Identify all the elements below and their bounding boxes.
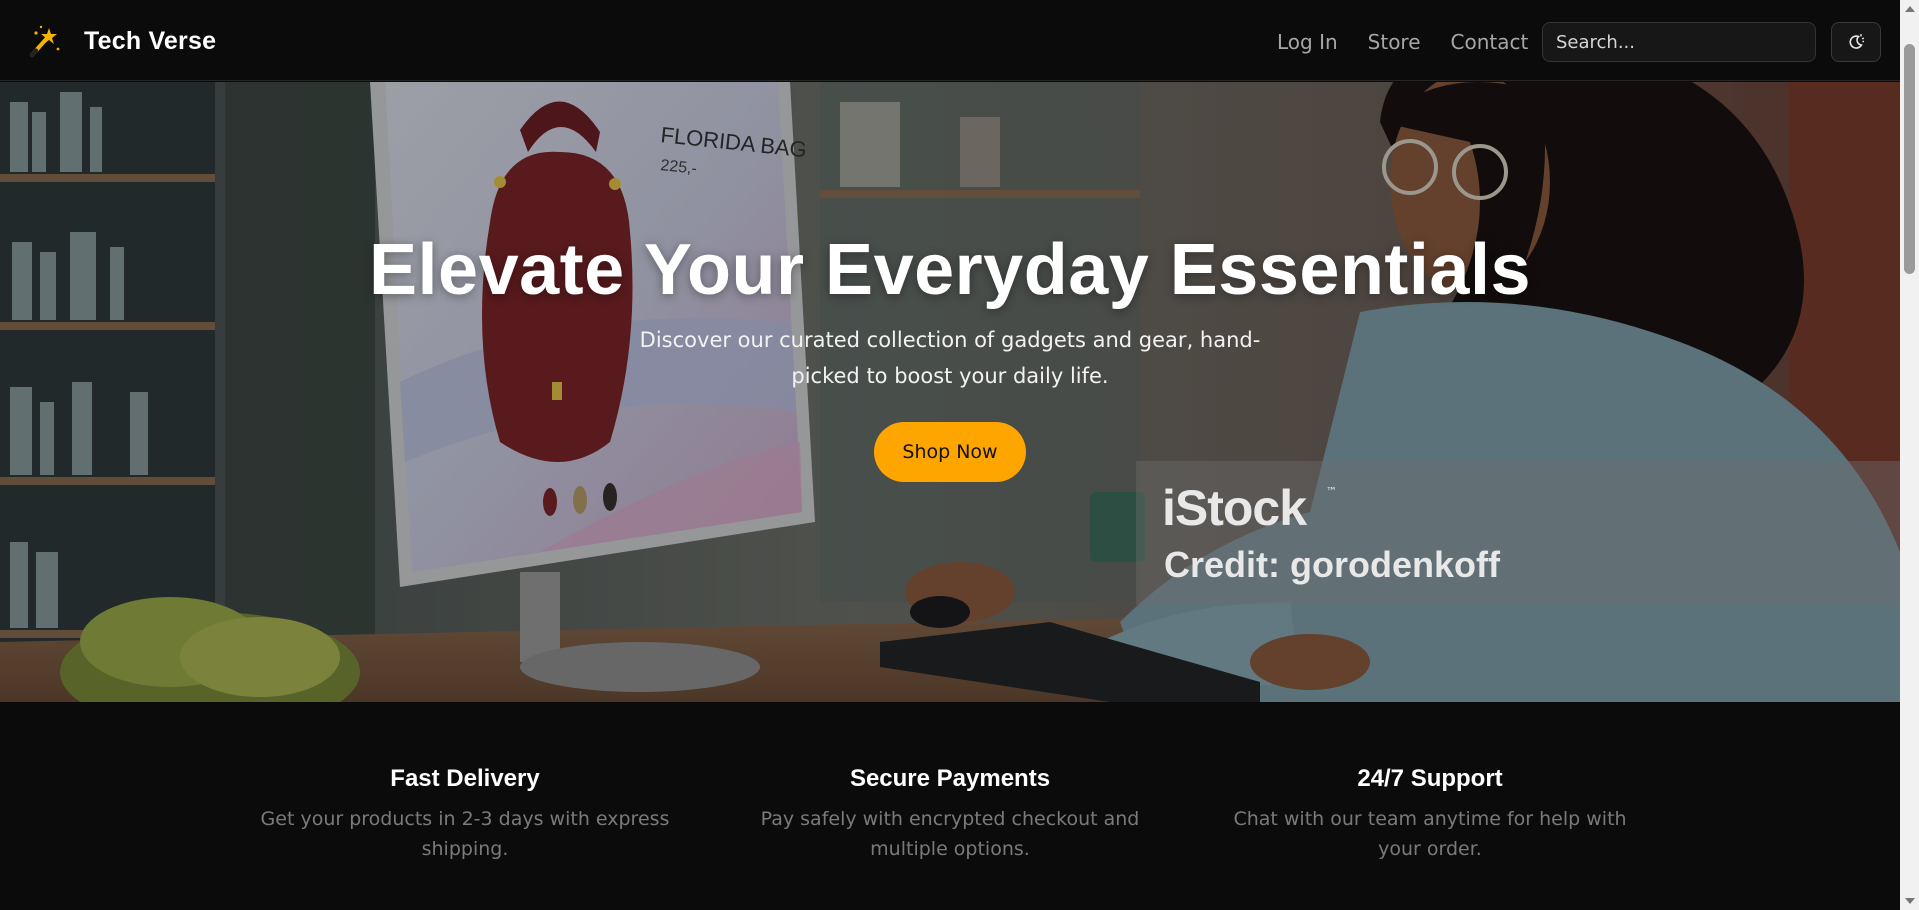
scrollbar-thumb[interactable]: [1904, 44, 1915, 274]
feature-support: 24/7 Support Chat with our team anytime …: [1210, 764, 1650, 864]
feature-fast-delivery: Fast Delivery Get your products in 2-3 d…: [245, 764, 685, 864]
feature-description: Get your products in 2-3 days with expre…: [260, 808, 670, 860]
hero-subtitle: Discover our curated collection of gadge…: [639, 328, 1261, 388]
feature-secure-payments: Secure Payments Pay safely with encrypte…: [730, 764, 1170, 864]
theme-toggle-button[interactable]: [1831, 22, 1881, 62]
page-scrollbar[interactable]: [1900, 0, 1919, 910]
hero-title: Elevate Your Everyday Essentials: [369, 230, 1531, 310]
page: Tech Verse Log In Store Contact Search..…: [0, 0, 1919, 910]
magic-wand-icon: [30, 25, 60, 57]
features-section: Fast Delivery Get your products in 2-3 d…: [0, 702, 1900, 910]
search-input[interactable]: [1556, 23, 1815, 61]
scroll-down-arrow-icon[interactable]: [1905, 898, 1915, 904]
nav-link-contact[interactable]: Contact: [1451, 28, 1529, 56]
nav-link-login[interactable]: Log In: [1277, 28, 1338, 56]
sun-moon-icon: [1849, 34, 1865, 49]
brand-name: Tech Verse: [84, 26, 217, 55]
navbar: Tech Verse Log In Store Contact: [0, 0, 1900, 81]
hero-section: FLORIDA BAG 225,- iStock ™ Credit: gorod…: [0, 82, 1900, 702]
nav-link-store[interactable]: Store: [1368, 28, 1421, 56]
scroll-up-arrow-icon[interactable]: [1905, 6, 1915, 12]
search-box: [1542, 22, 1816, 62]
shop-now-button[interactable]: Shop Now: [874, 422, 1026, 482]
hero-content: Elevate Your Everyday Essentials Discove…: [0, 82, 1900, 702]
feature-title: Fast Delivery: [390, 765, 540, 792]
feature-title: Secure Payments: [849, 765, 1051, 792]
feature-description: Chat with our team anytime for help with…: [1233, 808, 1627, 860]
nav-links: Log In Store Contact: [1277, 28, 1558, 56]
feature-description: Pay safely with encrypted checkout and m…: [760, 808, 1140, 860]
feature-title: 24/7 Support: [1357, 765, 1503, 792]
brand[interactable]: Tech Verse: [26, 22, 216, 60]
